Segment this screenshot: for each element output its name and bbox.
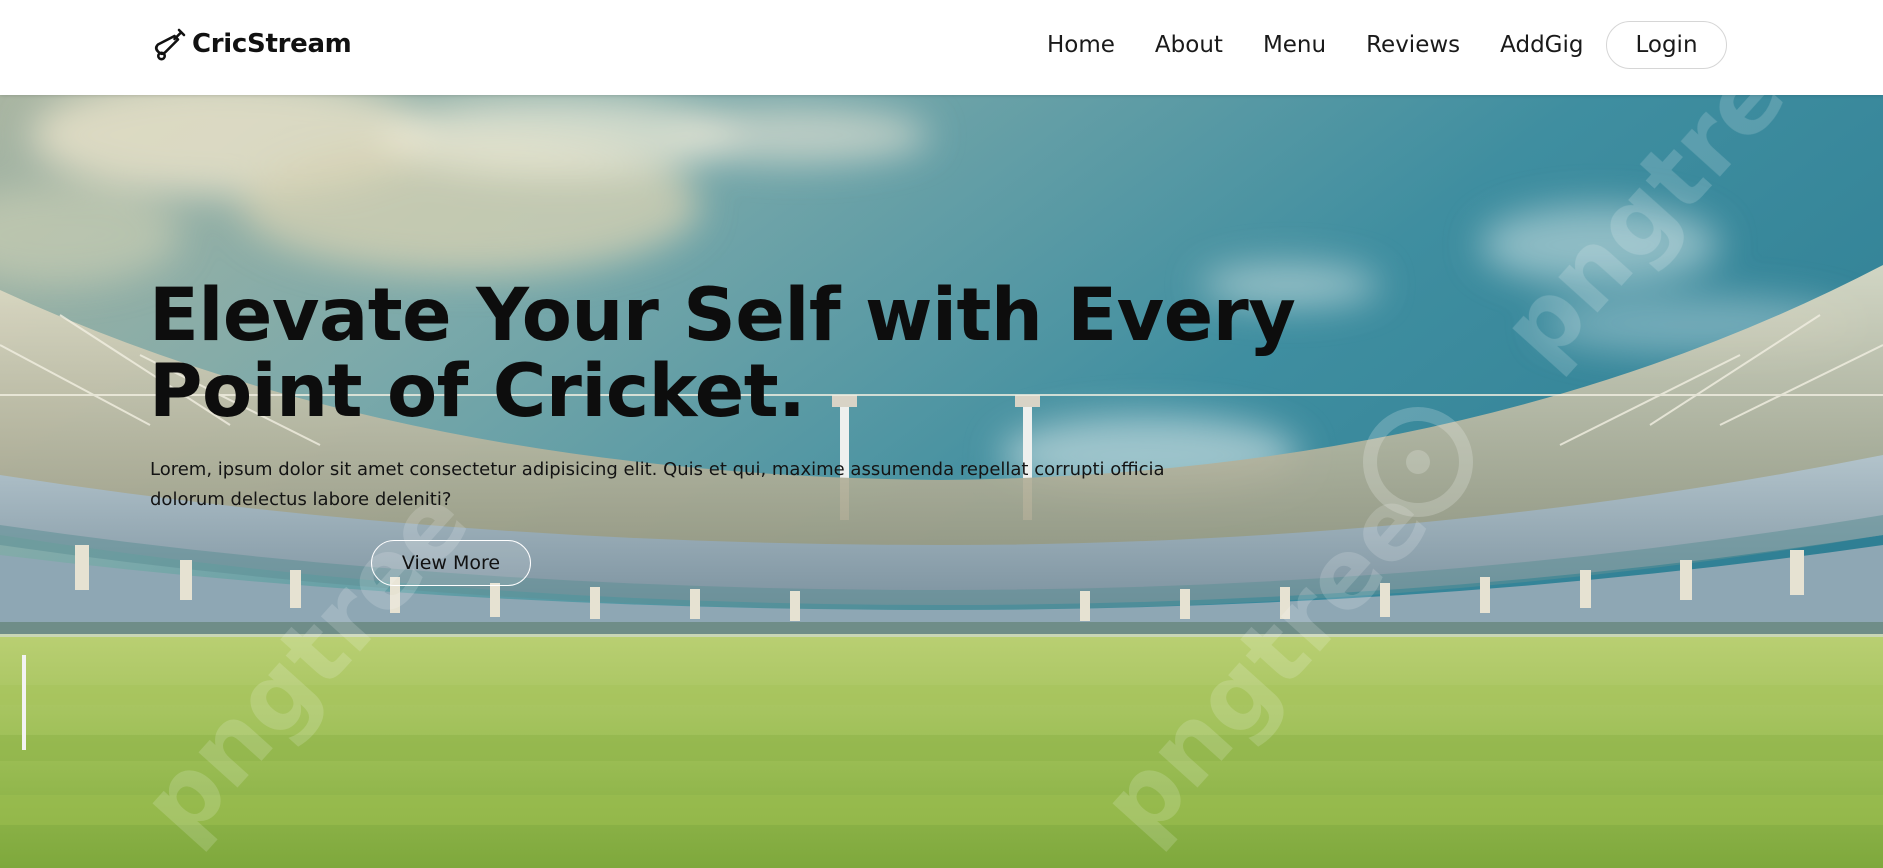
brand-name: CricStream [192, 29, 352, 59]
login-button[interactable]: Login [1606, 21, 1727, 69]
hero-description: Lorem, ipsum dolor sit amet consectetur … [150, 459, 1165, 510]
navbar: CricStream Home About Menu Reviews AddGi… [0, 0, 1883, 95]
nav-link-reviews[interactable]: Reviews [1366, 30, 1460, 60]
nav-link-about[interactable]: About [1155, 30, 1223, 60]
cricket-bat-ball-icon [154, 28, 186, 61]
brand-logo[interactable]: CricStream [152, 26, 352, 62]
hero-section: pngtree pngtree pngtree Elevate Your Sel… [0, 95, 1883, 868]
view-more-button[interactable]: View More [371, 540, 531, 586]
nav-link-addgig[interactable]: AddGig [1500, 30, 1583, 60]
hero-title: Elevate Your Self with Every Point of Cr… [149, 273, 1296, 434]
nav-link-menu[interactable]: Menu [1263, 30, 1326, 60]
nav-menu: Home About Menu Reviews AddGig [1047, 30, 1623, 60]
nav-link-home[interactable]: Home [1047, 30, 1115, 60]
